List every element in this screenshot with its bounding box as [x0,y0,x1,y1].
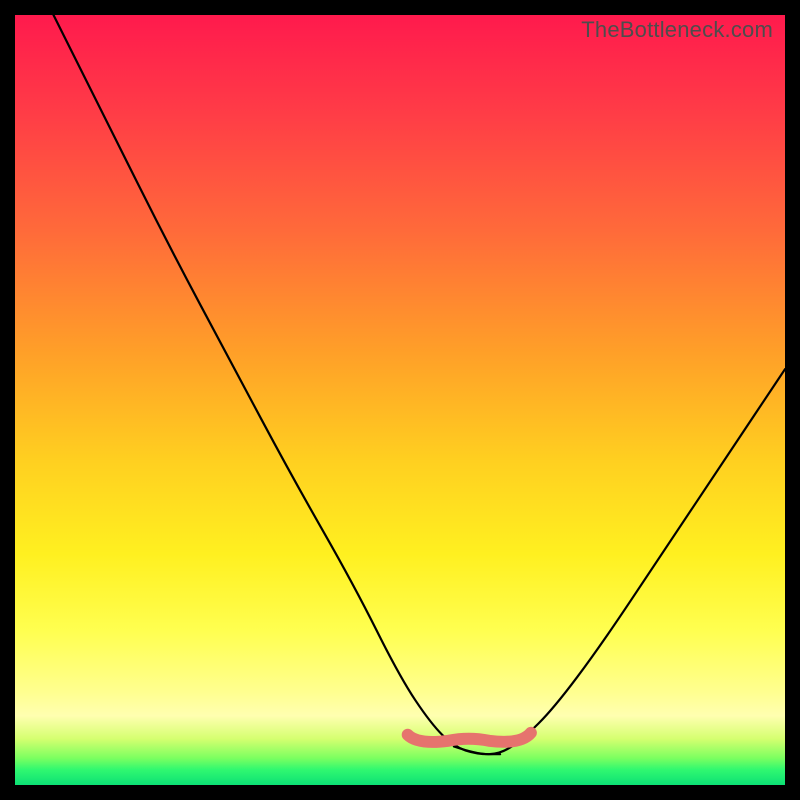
curve-left-limb [54,15,501,754]
chart-frame: TheBottleneck.com [15,15,785,785]
chart-svg [15,15,785,785]
attribution-label: TheBottleneck.com [581,17,773,43]
optimal-range-highlight [408,733,531,742]
curve-right-limb [454,369,785,754]
